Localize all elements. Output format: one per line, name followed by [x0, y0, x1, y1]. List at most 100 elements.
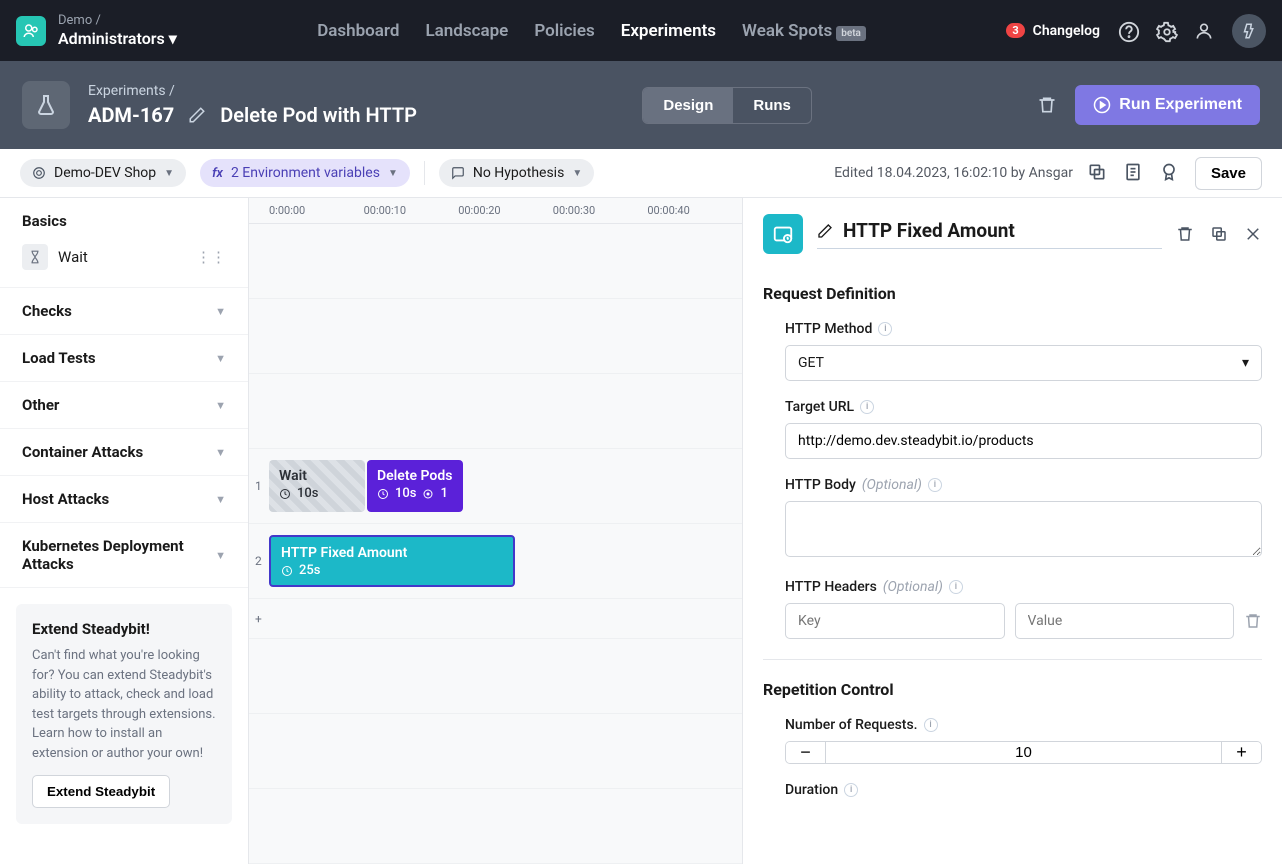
- copy-icon[interactable]: [1087, 162, 1109, 184]
- experiment-id: ADM-167: [88, 103, 174, 127]
- clock-icon: [377, 488, 389, 500]
- role-name: Administrators▾: [58, 29, 177, 48]
- input-header-key[interactable]: [785, 603, 1005, 639]
- close-icon[interactable]: [1244, 225, 1262, 243]
- help-icon[interactable]: [1118, 21, 1138, 41]
- label-body: HTTP Body (Optional) i: [785, 477, 1262, 493]
- extend-button[interactable]: Extend Steadybit: [32, 775, 170, 808]
- tab-runs[interactable]: Runs: [733, 88, 811, 123]
- fx-icon: fx: [212, 166, 223, 181]
- section-k8s[interactable]: Kubernetes Deployment Attacks▼: [0, 523, 248, 588]
- input-numreq[interactable]: [826, 742, 1221, 763]
- http-icon: [763, 214, 803, 254]
- select-method[interactable]: GET▾: [785, 345, 1262, 381]
- section-loadtests[interactable]: Load Tests▼: [0, 335, 248, 382]
- timeline-row[interactable]: [249, 224, 742, 299]
- section-checks[interactable]: Checks▼: [0, 288, 248, 335]
- settings-icon[interactable]: [1156, 21, 1176, 41]
- chevron-down-icon: ▼: [164, 168, 174, 179]
- breadcrumb[interactable]: Experiments /: [88, 83, 417, 99]
- target-icon: [32, 166, 46, 180]
- chevron-down-icon: ▾: [169, 29, 177, 48]
- input-body[interactable]: [785, 501, 1262, 557]
- main-area: Basics Wait ⋮⋮ Checks▼ Load Tests▼ Other…: [0, 198, 1282, 864]
- beta-badge: beta: [836, 26, 866, 41]
- save-button[interactable]: Save: [1195, 157, 1262, 190]
- tab-design[interactable]: Design: [643, 88, 733, 123]
- section-basics[interactable]: Basics: [0, 198, 248, 234]
- input-url[interactable]: [785, 423, 1262, 459]
- edit-icon[interactable]: [817, 223, 833, 239]
- info-icon[interactable]: i: [878, 322, 892, 336]
- copy-icon[interactable]: [1210, 225, 1228, 243]
- row-number: 2: [255, 554, 262, 568]
- nav-weakspots[interactable]: Weak Spotsbeta: [742, 21, 866, 41]
- top-nav: Demo / Administrators▾ Dashboard Landsca…: [0, 0, 1282, 61]
- chevron-down-icon: ▼: [215, 493, 226, 506]
- timeline-row[interactable]: [249, 639, 742, 714]
- info-icon[interactable]: i: [924, 718, 938, 732]
- chevron-down-icon: ▼: [215, 352, 226, 365]
- divider: [763, 659, 1262, 660]
- chevron-down-icon: ▼: [572, 168, 582, 179]
- timeline-row[interactable]: [249, 714, 742, 789]
- timeline-row[interactable]: 2 HTTP Fixed Amount 25s: [249, 524, 742, 599]
- org-selector[interactable]: Demo / Administrators▾: [58, 13, 177, 48]
- nav-policies[interactable]: Policies: [534, 21, 594, 41]
- delete-icon[interactable]: [1037, 95, 1057, 115]
- hourglass-icon: [22, 244, 48, 270]
- changelog-count: 3: [1006, 23, 1024, 38]
- info-icon[interactable]: i: [928, 478, 942, 492]
- delete-icon[interactable]: [1176, 225, 1194, 243]
- drag-handle-icon[interactable]: ⋮⋮: [196, 248, 226, 266]
- play-icon: [1093, 96, 1111, 114]
- timeline-row[interactable]: [249, 789, 742, 864]
- section-container[interactable]: Container Attacks▼: [0, 429, 248, 476]
- block-http-fixed[interactable]: HTTP Fixed Amount 25s: [269, 535, 515, 587]
- notes-icon[interactable]: [1123, 162, 1145, 184]
- hypothesis-selector[interactable]: No Hypothesis▼: [439, 159, 594, 187]
- section-other[interactable]: Other▼: [0, 382, 248, 429]
- org-logo[interactable]: [16, 16, 46, 46]
- nav-experiments[interactable]: Experiments: [621, 21, 716, 41]
- panel-title: HTTP Fixed Amount: [817, 219, 1162, 249]
- sidebar: Basics Wait ⋮⋮ Checks▼ Load Tests▼ Other…: [0, 198, 249, 864]
- label-duration: Duration i: [785, 782, 1262, 798]
- info-icon[interactable]: i: [844, 783, 858, 797]
- timeline-add-row[interactable]: +: [249, 599, 742, 639]
- chevron-down-icon: ▼: [215, 446, 226, 459]
- edited-info: Edited 18.04.2023, 16:02:10 by Ansgar: [834, 165, 1073, 181]
- timeline-ruler: 0:00:00 00:00:10 00:00:20 00:00:30 00:00…: [249, 198, 742, 224]
- main-nav: Dashboard Landscape Policies Experiments…: [317, 21, 866, 41]
- experiment-name: Delete Pod with HTTP: [220, 103, 417, 127]
- block-wait[interactable]: Wait 10s: [269, 460, 365, 512]
- label-numreq: Number of Requests. i: [785, 717, 1262, 733]
- nav-dashboard[interactable]: Dashboard: [317, 21, 399, 41]
- block-delete-pods[interactable]: Delete Pods 10s 1: [367, 460, 463, 512]
- decrement-button[interactable]: −: [786, 742, 826, 763]
- env-vars-selector[interactable]: fx 2 Environment variables▼: [200, 159, 410, 187]
- nav-landscape[interactable]: Landscape: [425, 21, 508, 41]
- increment-button[interactable]: +: [1221, 742, 1261, 763]
- timeline: 0:00:00 00:00:10 00:00:20 00:00:30 00:00…: [249, 198, 742, 864]
- user-icon[interactable]: [1194, 21, 1214, 41]
- run-experiment-button[interactable]: Run Experiment: [1075, 85, 1260, 125]
- delete-icon[interactable]: [1244, 612, 1262, 630]
- extend-box: Extend Steadybit! Can't find what you're…: [16, 604, 232, 824]
- timeline-row[interactable]: 1 Wait 10s Delete Pods 10s 1: [249, 449, 742, 524]
- env-selector[interactable]: Demo-DEV Shop▼: [20, 159, 186, 187]
- info-icon[interactable]: i: [860, 400, 874, 414]
- timeline-row[interactable]: [249, 299, 742, 374]
- timeline-row[interactable]: [249, 374, 742, 449]
- input-header-value[interactable]: [1015, 603, 1235, 639]
- changelog-link[interactable]: 3Changelog: [1006, 23, 1100, 39]
- avatar[interactable]: [1232, 14, 1266, 48]
- chevron-down-icon: ▼: [215, 399, 226, 412]
- section-host[interactable]: Host Attacks▼: [0, 476, 248, 523]
- chevron-down-icon: ▼: [215, 305, 226, 318]
- badge-icon[interactable]: [1159, 162, 1181, 184]
- edit-icon[interactable]: [188, 106, 206, 124]
- sidebar-item-wait[interactable]: Wait ⋮⋮: [0, 234, 248, 280]
- chevron-down-icon: ▼: [215, 549, 226, 562]
- info-icon[interactable]: i: [949, 580, 963, 594]
